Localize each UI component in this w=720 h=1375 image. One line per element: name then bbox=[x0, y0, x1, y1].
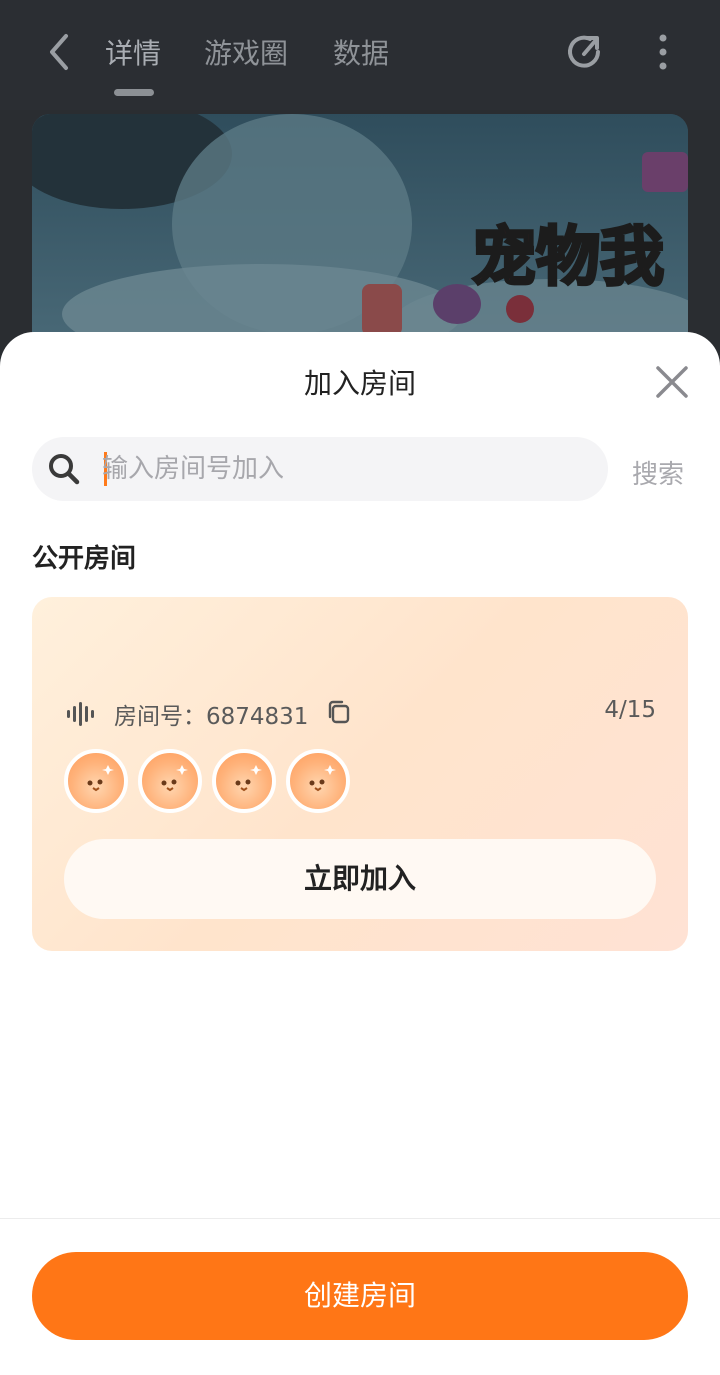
room-number-input[interactable] bbox=[102, 437, 582, 501]
chick-avatar-icon[interactable] bbox=[138, 749, 202, 813]
back-icon[interactable] bbox=[40, 30, 80, 74]
share-icon[interactable] bbox=[562, 30, 606, 74]
sheet-title: 加入房间 bbox=[303, 367, 416, 400]
public-rooms-heading: 公开房间 bbox=[32, 544, 137, 574]
search-button[interactable]: 搜索 bbox=[632, 454, 684, 491]
search-box[interactable] bbox=[32, 437, 608, 501]
top-navigation: 详情 游戏圈 数据 bbox=[0, 0, 720, 110]
close-icon[interactable] bbox=[650, 360, 694, 404]
chick-avatar-icon[interactable] bbox=[64, 749, 128, 813]
search-icon bbox=[46, 451, 82, 487]
chick-avatar-icon[interactable] bbox=[212, 749, 276, 813]
banner-artwork: 宠物我 bbox=[32, 114, 688, 354]
more-icon[interactable] bbox=[648, 30, 678, 74]
room-number: 房间号：6874831 bbox=[114, 704, 309, 730]
game-banner[interactable]: 宠物我 bbox=[32, 114, 688, 354]
banner-title: 宠物我 bbox=[472, 221, 664, 295]
tab-game-circle[interactable]: 游戏圈 bbox=[204, 32, 288, 72]
copy-icon[interactable] bbox=[326, 699, 352, 725]
chick-avatar-icon[interactable] bbox=[286, 749, 350, 813]
create-room-button[interactable]: 创建房间 bbox=[32, 1252, 688, 1340]
tab-details[interactable]: 详情 bbox=[105, 32, 161, 72]
voice-icon bbox=[66, 701, 96, 727]
join-room-sheet: 加入房间 搜索 公开房间 房间号：6874831 bbox=[0, 332, 720, 1375]
footer-divider bbox=[0, 1218, 720, 1219]
tab-data[interactable]: 数据 bbox=[333, 32, 389, 72]
room-card: 房间号：6874831 4/15 立即加入 bbox=[32, 597, 688, 951]
join-now-button[interactable]: 立即加入 bbox=[64, 839, 656, 919]
room-member-count: 4/15 bbox=[604, 697, 656, 723]
tab-indicator bbox=[114, 89, 154, 96]
